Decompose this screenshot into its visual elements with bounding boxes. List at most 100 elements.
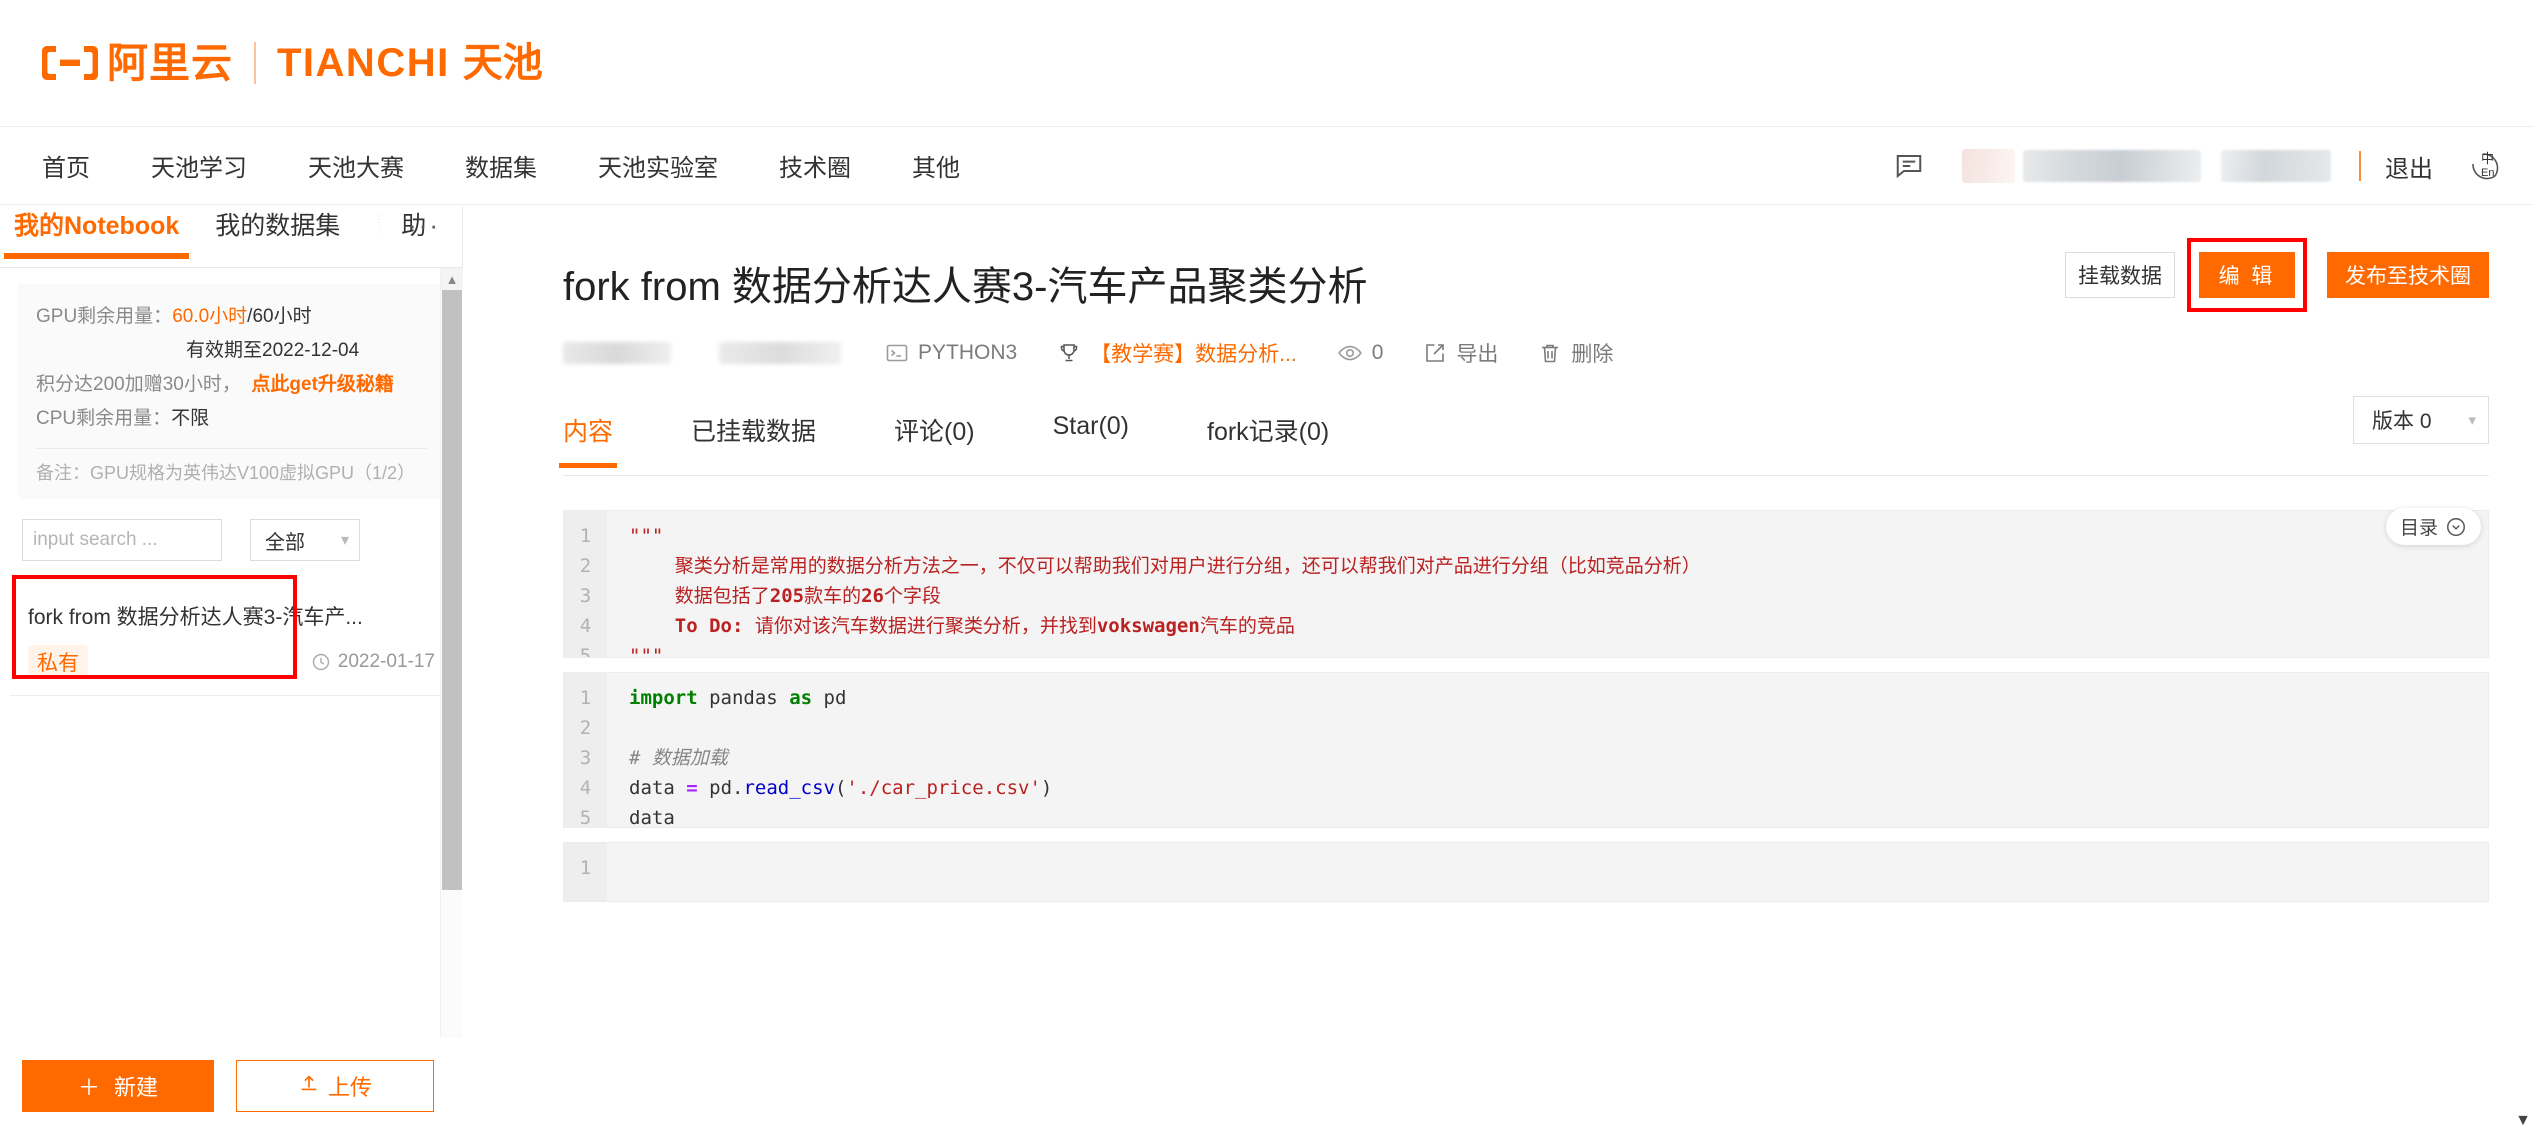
nav-item-other[interactable]: 其他 xyxy=(912,148,960,183)
eye-icon xyxy=(1337,345,1362,361)
nav-item-lab[interactable]: 天池实验室 xyxy=(598,148,718,183)
search-box[interactable] xyxy=(22,519,311,561)
line-number: 4 xyxy=(579,777,592,799)
quota-divider xyxy=(36,448,427,449)
sidebar-scrollbar[interactable]: ▲ xyxy=(440,268,463,1038)
tab-mounted-data[interactable]: 已挂载数据 xyxy=(691,412,816,468)
tab-comments[interactable]: 评论(0) xyxy=(894,412,975,468)
version-value: 版本 0 xyxy=(2372,410,2432,433)
mount-data-button[interactable]: 挂载数据 xyxy=(2065,252,2175,298)
cpu-quota-line: CPU剩余用量：不限 xyxy=(36,402,427,436)
new-notebook-button[interactable]: ＋ 新建 xyxy=(22,1060,214,1112)
language-switch-icon[interactable]: 中 En xyxy=(2461,145,2503,187)
export-label: 导出 xyxy=(1456,343,1499,366)
upgrade-guide-link[interactable]: 点此get升级秘籍 xyxy=(251,374,394,395)
avatar[interactable] xyxy=(1962,149,2015,183)
cpu-quota-value: 不限 xyxy=(171,408,210,429)
gpu-quota-line: GPU剩余用量：60.0小时/60小时 xyxy=(36,300,427,334)
visibility-filter-select[interactable]: 全部 ▾ xyxy=(250,519,360,561)
header-actions: 挂载数据 编 辑 发布至技术圈 xyxy=(2065,238,2489,312)
quota-note: 备注：GPU规格为英伟达V100虚拟GPU（1/2） xyxy=(36,463,416,483)
line-number: 3 xyxy=(579,585,592,607)
gpu-quota-remaining: 60.0小时 xyxy=(172,306,248,327)
aliyun-label: 阿里云 xyxy=(107,39,233,86)
notebook-header: fork from 数据分析达人赛3-汽车产品聚类分析 PYTHON3 【教学赛… xyxy=(464,206,2533,368)
new-notebook-label: 新建 xyxy=(114,1075,159,1100)
tab-fork-records[interactable]: fork记录(0) xyxy=(1207,412,1329,468)
svg-text:中: 中 xyxy=(2481,152,2494,167)
message-icon[interactable] xyxy=(1894,151,1924,181)
quota-panel: GPU剩余用量：60.0小时/60小时 有效期至2022-12-04 积分达20… xyxy=(18,284,445,499)
cell-code[interactable] xyxy=(607,843,2488,901)
main-content: fork from 数据分析达人赛3-汽车产品聚类分析 PYTHON3 【教学赛… xyxy=(464,206,2533,1134)
cpu-quota-label: CPU剩余用量： xyxy=(36,408,172,429)
cell-code[interactable]: import pandas as pd # 数据加载 data = pd.rea… xyxy=(607,673,2488,827)
search-input[interactable] xyxy=(23,520,288,560)
nav-item-learning[interactable]: 天池学习 xyxy=(151,148,247,183)
sidebar-tab-datasets[interactable]: 我的数据集 xyxy=(215,206,340,259)
tab-star[interactable]: Star(0) xyxy=(1053,412,1129,461)
nav-items: 首页 天池学习 天池大赛 数据集 天池实验室 技术圈 其他 xyxy=(42,148,1021,183)
logo-divider xyxy=(254,42,256,84)
tab-content[interactable]: 内容 xyxy=(558,412,618,468)
scroll-up-arrow-icon[interactable]: ▲ xyxy=(441,268,463,290)
notebook-title: fork from 数据分析达人赛3-汽车产... xyxy=(28,606,363,629)
username-masked[interactable] xyxy=(2023,150,2201,182)
trash-icon xyxy=(1542,344,1559,363)
user-extra-masked[interactable] xyxy=(2221,150,2331,182)
sidebar: 我的Notebook 我的数据集 帮助 ··· GPU剩余用量：60.0小时/6… xyxy=(0,206,463,1134)
clock-icon xyxy=(312,653,330,671)
export-icon xyxy=(1426,344,1445,362)
aliyun-logo[interactable]: 阿里云 xyxy=(42,39,233,86)
line-number: 3 xyxy=(579,747,592,769)
notebook-cell[interactable]: 1 2 3 4 5 import pandas as pd # 数据加载 dat… xyxy=(563,672,2489,828)
delete-button[interactable]: 删除 xyxy=(1538,338,1613,368)
logout-button[interactable]: 退出 xyxy=(2385,149,2433,184)
version-select[interactable]: 版本 0 ▾ xyxy=(2353,396,2489,444)
plus-icon: ＋ xyxy=(77,1075,100,1100)
list-item[interactable]: fork from 数据分析达人赛3-汽车产... 私有 2022-01-17 xyxy=(10,575,453,696)
nav-item-home[interactable]: 首页 xyxy=(42,148,90,183)
gpu-expire-line: 有效期至2022-12-04 xyxy=(186,340,360,361)
nav-separator xyxy=(2359,151,2361,181)
line-numbers: 1 xyxy=(564,843,607,901)
brand-logo[interactable]: 阿里云 TIANCHI 天池 xyxy=(42,42,543,84)
window-scroll-down-arrow-icon[interactable]: ▼ xyxy=(2515,1112,2531,1130)
notebook-date-text: 2022-01-17 xyxy=(337,651,435,672)
points-text: 积分达200加赠30小时， xyxy=(36,374,241,395)
status-badge: 私有 xyxy=(28,645,88,679)
notebook-cell[interactable]: 1 xyxy=(563,842,2489,902)
toc-toggle[interactable]: 目录 xyxy=(2385,508,2481,545)
line-number: 5 xyxy=(579,645,592,658)
export-button[interactable]: 导出 xyxy=(1423,338,1498,368)
views-info: 0 xyxy=(1337,340,1384,366)
nav-item-competition[interactable]: 天池大赛 xyxy=(308,148,404,183)
publish-button[interactable]: 发布至技术圈 xyxy=(2327,252,2489,298)
delete-label: 删除 xyxy=(1571,343,1614,366)
competition-link[interactable]: 【教学赛】数据分析... xyxy=(1057,338,1297,368)
sidebar-tabs-more-button[interactable]: ··· xyxy=(408,210,440,241)
main-nav: 首页 天池学习 天池大赛 数据集 天池实验室 技术圈 其他 退出 中 En xyxy=(0,127,2533,205)
nav-right: 退出 中 En xyxy=(1894,127,2503,205)
notebook-cell[interactable]: 1 2 3 4 5 """ 聚类分析是常用的数据分析方法之一，不仅可以帮助我们对… xyxy=(563,510,2489,658)
notebook-meta: 私有 2022-01-17 xyxy=(28,645,435,679)
gpu-quota-label: GPU剩余用量： xyxy=(36,306,173,327)
notebook-meta-bar: PYTHON3 【教学赛】数据分析... 0 导出 删除 xyxy=(563,338,2533,368)
line-numbers: 1 2 3 4 5 xyxy=(564,511,607,657)
line-number: 4 xyxy=(579,615,592,637)
upload-label: 上传 xyxy=(327,1075,372,1100)
line-number: 2 xyxy=(579,717,592,739)
line-number: 5 xyxy=(579,807,592,828)
nav-item-tech-circle[interactable]: 技术圈 xyxy=(779,148,851,183)
cell-code[interactable]: """ 聚类分析是常用的数据分析方法之一，不仅可以帮助我们对用户进行分组，还可以… xyxy=(607,511,2488,657)
nav-item-datasets[interactable]: 数据集 xyxy=(465,148,537,183)
line-numbers: 1 2 3 4 5 xyxy=(564,673,607,827)
upload-button[interactable]: 上传 xyxy=(236,1060,434,1112)
sidebar-tab-notebook[interactable]: 我的Notebook xyxy=(3,206,190,259)
edit-button[interactable]: 编 辑 xyxy=(2199,252,2295,298)
sidebar-footer: ＋ 新建 上传 xyxy=(0,1038,463,1134)
toc-label: 目录 xyxy=(2399,518,2438,539)
scrollbar-thumb[interactable] xyxy=(442,290,462,890)
views-count: 0 xyxy=(1371,341,1384,364)
chevron-down-icon: ▾ xyxy=(340,532,349,549)
